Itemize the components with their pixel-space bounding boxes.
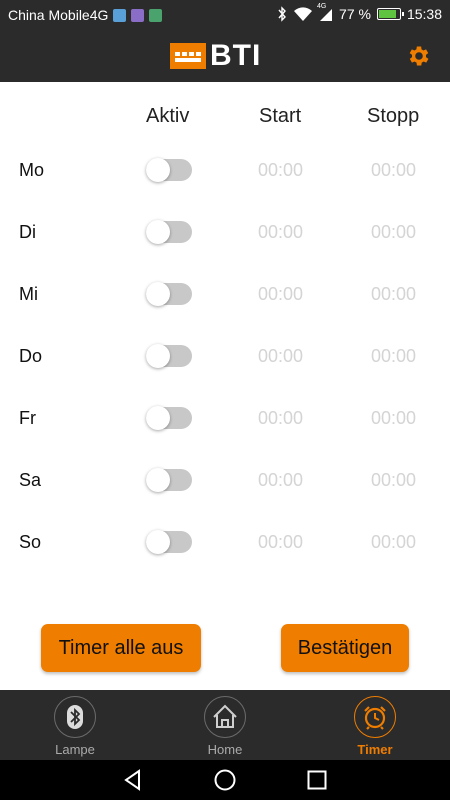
start-time[interactable]: 00:00 bbox=[258, 470, 303, 491]
toggle-knob bbox=[146, 220, 170, 244]
wifi-icon bbox=[294, 6, 313, 21]
status-bar: China Mobile4G 4G 77 % 15:38 bbox=[0, 0, 450, 30]
start-time[interactable]: 00:00 bbox=[258, 346, 303, 367]
home-circle-icon[interactable] bbox=[213, 768, 237, 792]
alarm-clock-icon bbox=[363, 705, 386, 730]
nav-icon-ring bbox=[54, 696, 96, 738]
timer-row-sa: Sa 00:00 00:00 bbox=[0, 461, 450, 501]
day-label: Mi bbox=[19, 284, 38, 304]
column-header-stop: Stopp bbox=[367, 105, 420, 127]
stop-time[interactable]: 00:00 bbox=[371, 532, 416, 553]
stop-time[interactable]: 00:00 bbox=[371, 470, 416, 491]
recents-icon[interactable] bbox=[305, 768, 329, 792]
toggle-knob bbox=[146, 344, 170, 368]
toggle-knob bbox=[146, 282, 170, 306]
start-time[interactable]: 00:00 bbox=[258, 284, 303, 305]
start-time[interactable]: 00:00 bbox=[258, 532, 303, 553]
day-label: Mo bbox=[19, 160, 45, 180]
timer-row-mi: Mi 00:00 00:00 bbox=[0, 275, 450, 315]
timer-row-so: So 00:00 00:00 bbox=[0, 523, 450, 563]
system-nav-bar bbox=[0, 760, 450, 800]
active-toggle[interactable] bbox=[146, 344, 192, 368]
nav-label: Timer bbox=[357, 742, 393, 757]
status-left: China Mobile4G bbox=[8, 7, 163, 23]
nav-label: Lampe bbox=[55, 742, 95, 757]
logo-mark-icon bbox=[170, 43, 206, 69]
start-time[interactable]: 00:00 bbox=[258, 408, 303, 429]
day-label: Fr bbox=[19, 408, 36, 428]
app-header: BTI bbox=[0, 30, 450, 82]
signal-icon: 4G bbox=[317, 3, 333, 22]
stop-time[interactable]: 00:00 bbox=[371, 408, 416, 429]
bottom-nav: Lampe Home Timer bbox=[0, 690, 450, 760]
nav-icon-ring bbox=[354, 696, 396, 738]
start-time[interactable]: 00:00 bbox=[258, 222, 303, 243]
gear-icon[interactable] bbox=[406, 43, 432, 69]
battery-icon bbox=[376, 8, 404, 20]
nav-item-timer[interactable]: Timer bbox=[320, 690, 430, 760]
notification-android-icon bbox=[113, 8, 127, 22]
start-time[interactable]: 00:00 bbox=[258, 160, 303, 181]
column-header-active: Aktiv bbox=[146, 105, 190, 127]
nav-label: Home bbox=[207, 742, 243, 757]
stop-time[interactable]: 00:00 bbox=[371, 222, 416, 243]
active-toggle[interactable] bbox=[146, 406, 192, 430]
column-header-start: Start bbox=[259, 105, 302, 127]
active-toggle[interactable] bbox=[146, 220, 192, 244]
timer-all-off-button[interactable]: Timer alle aus bbox=[41, 624, 201, 672]
nav-icon-ring bbox=[204, 696, 246, 738]
day-label: So bbox=[19, 532, 42, 552]
nav-item-lampe[interactable]: Lampe bbox=[20, 690, 130, 760]
clock: 15:38 bbox=[406, 6, 442, 22]
toggle-knob bbox=[146, 530, 170, 554]
stop-time[interactable]: 00:00 bbox=[371, 346, 416, 367]
day-label: Di bbox=[19, 222, 36, 242]
toggle-knob bbox=[146, 158, 170, 182]
active-toggle[interactable] bbox=[146, 282, 192, 306]
bluetooth-status-icon bbox=[278, 6, 286, 22]
status-right: 4G 77 % 15:38 bbox=[277, 3, 442, 22]
toggle-knob bbox=[146, 406, 170, 430]
timer-row-mo: Mo 00:00 00:00 bbox=[0, 151, 450, 191]
active-toggle[interactable] bbox=[146, 468, 192, 492]
active-toggle[interactable] bbox=[146, 530, 192, 554]
stop-time[interactable]: 00:00 bbox=[371, 284, 416, 305]
day-label: Do bbox=[19, 346, 43, 366]
stop-time[interactable]: 00:00 bbox=[371, 160, 416, 181]
nav-item-home[interactable]: Home bbox=[170, 690, 280, 760]
active-toggle[interactable] bbox=[146, 158, 192, 182]
day-label: Sa bbox=[19, 470, 42, 490]
notification-app-icon bbox=[131, 8, 145, 22]
battery-percent: 77 % bbox=[339, 6, 371, 22]
timer-row-fr: Fr 00:00 00:00 bbox=[0, 399, 450, 439]
network-type: 4G bbox=[317, 2, 327, 10]
bluetooth-icon bbox=[66, 704, 83, 729]
confirm-button[interactable]: Bestätigen bbox=[281, 624, 409, 672]
home-icon bbox=[212, 704, 237, 728]
carrier-name: China Mobile4G bbox=[8, 7, 109, 23]
notification-browser-icon bbox=[149, 8, 163, 22]
bti-logo: BTI bbox=[170, 39, 262, 72]
timer-row-do: Do 00:00 00:00 bbox=[0, 337, 450, 377]
logo-text: BTI bbox=[210, 39, 262, 72]
back-icon[interactable] bbox=[121, 768, 145, 792]
toggle-knob bbox=[146, 468, 170, 492]
timer-row-di: Di 00:00 00:00 bbox=[0, 213, 450, 253]
